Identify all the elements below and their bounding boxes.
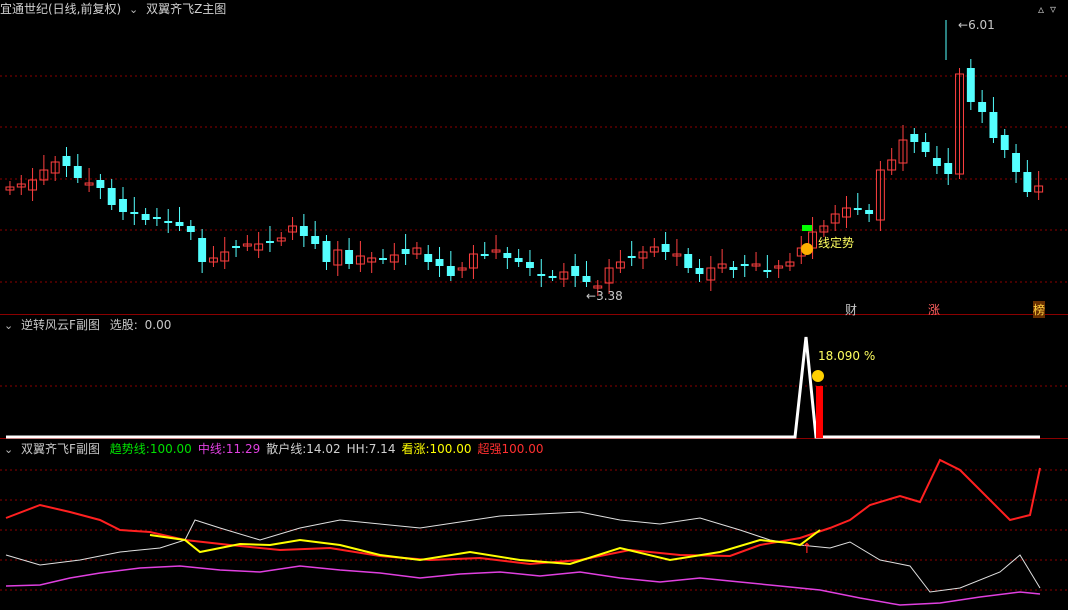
- candle-body-down: [695, 268, 704, 274]
- low-price-label: ←3.38: [586, 289, 623, 303]
- candle-body-down: [96, 180, 105, 188]
- chaoqiang-line: [5, 458, 1041, 566]
- candle-body-down: [932, 158, 941, 166]
- candle-body-down: [435, 259, 444, 266]
- candle-body-down: [401, 249, 410, 254]
- candle-body-down: [107, 188, 116, 205]
- candle-body-down: [446, 266, 455, 276]
- candle-body-down: [424, 254, 433, 262]
- candle-body-down: [141, 214, 150, 220]
- candle-body-down: [311, 236, 320, 244]
- candle-body-down: [503, 253, 512, 258]
- candle-body-down: [345, 250, 354, 264]
- signal-block: [802, 225, 812, 231]
- candle-body-down: [62, 156, 71, 166]
- candle-body-down: [152, 217, 161, 219]
- candle-body-down: [571, 266, 580, 276]
- candle-body-down: [548, 276, 557, 278]
- candle-body-down: [910, 134, 919, 142]
- candle-body-down: [130, 212, 139, 214]
- candle-body-down: [198, 238, 207, 262]
- signal-face-icon: [801, 243, 813, 255]
- candle-body-down: [1023, 172, 1032, 192]
- candle-body-down: [740, 264, 749, 266]
- candle-body-down: [299, 226, 308, 236]
- xuangu-line: [6, 336, 1040, 439]
- peak-value-label: 18.090 %: [818, 349, 876, 363]
- arrow-left-icon: ←: [958, 18, 969, 32]
- high-price-label: ←6.01: [958, 18, 995, 32]
- marker-cai[interactable]: 财: [845, 301, 857, 318]
- chart-canvas[interactable]: ↑: [0, 0, 1068, 610]
- arrow-left-icon: ←: [586, 289, 597, 303]
- candle-body-down: [853, 208, 862, 210]
- candle-body-down: [526, 262, 534, 268]
- up-arrow-icon: ↑: [801, 541, 813, 557]
- candle-body-down: [582, 276, 591, 282]
- candle-body-down: [1000, 135, 1009, 150]
- candle-body-down: [514, 258, 523, 262]
- signal-label: 线定势: [818, 236, 855, 250]
- candle-body-down: [186, 226, 195, 232]
- candle-body-down: [966, 68, 975, 102]
- candle-body-down: [322, 241, 331, 262]
- candle-body-down: [989, 112, 998, 138]
- candle-body-down: [266, 241, 274, 243]
- candle-body-down: [175, 222, 184, 226]
- candle-body-down: [921, 142, 930, 152]
- candle-body-down: [944, 163, 953, 174]
- candle-body-down: [729, 267, 738, 270]
- candle-body-down: [1012, 153, 1020, 172]
- candle-body-down: [537, 274, 546, 276]
- candle-body-down: [164, 221, 173, 223]
- candle-body-down: [480, 254, 489, 256]
- candle-body-down: [627, 256, 636, 258]
- marker-zhang[interactable]: 涨: [928, 301, 940, 318]
- sanhu-line: [5, 511, 1041, 593]
- smiley-icon: [812, 370, 824, 382]
- marker-bang[interactable]: 榜: [1033, 301, 1046, 318]
- candle-body-down: [379, 258, 387, 260]
- candle-body-down: [73, 166, 82, 178]
- peak-bar: [816, 386, 823, 438]
- candle-body-down: [763, 270, 772, 272]
- candle-body-down: [865, 210, 874, 214]
- candle-body-down: [684, 254, 693, 268]
- candle-body-down: [232, 246, 240, 248]
- zhongxian-line: [5, 565, 1041, 606]
- candle-body-down: [661, 244, 670, 252]
- candle-body-down: [978, 102, 987, 112]
- candle-body-down: [119, 199, 127, 212]
